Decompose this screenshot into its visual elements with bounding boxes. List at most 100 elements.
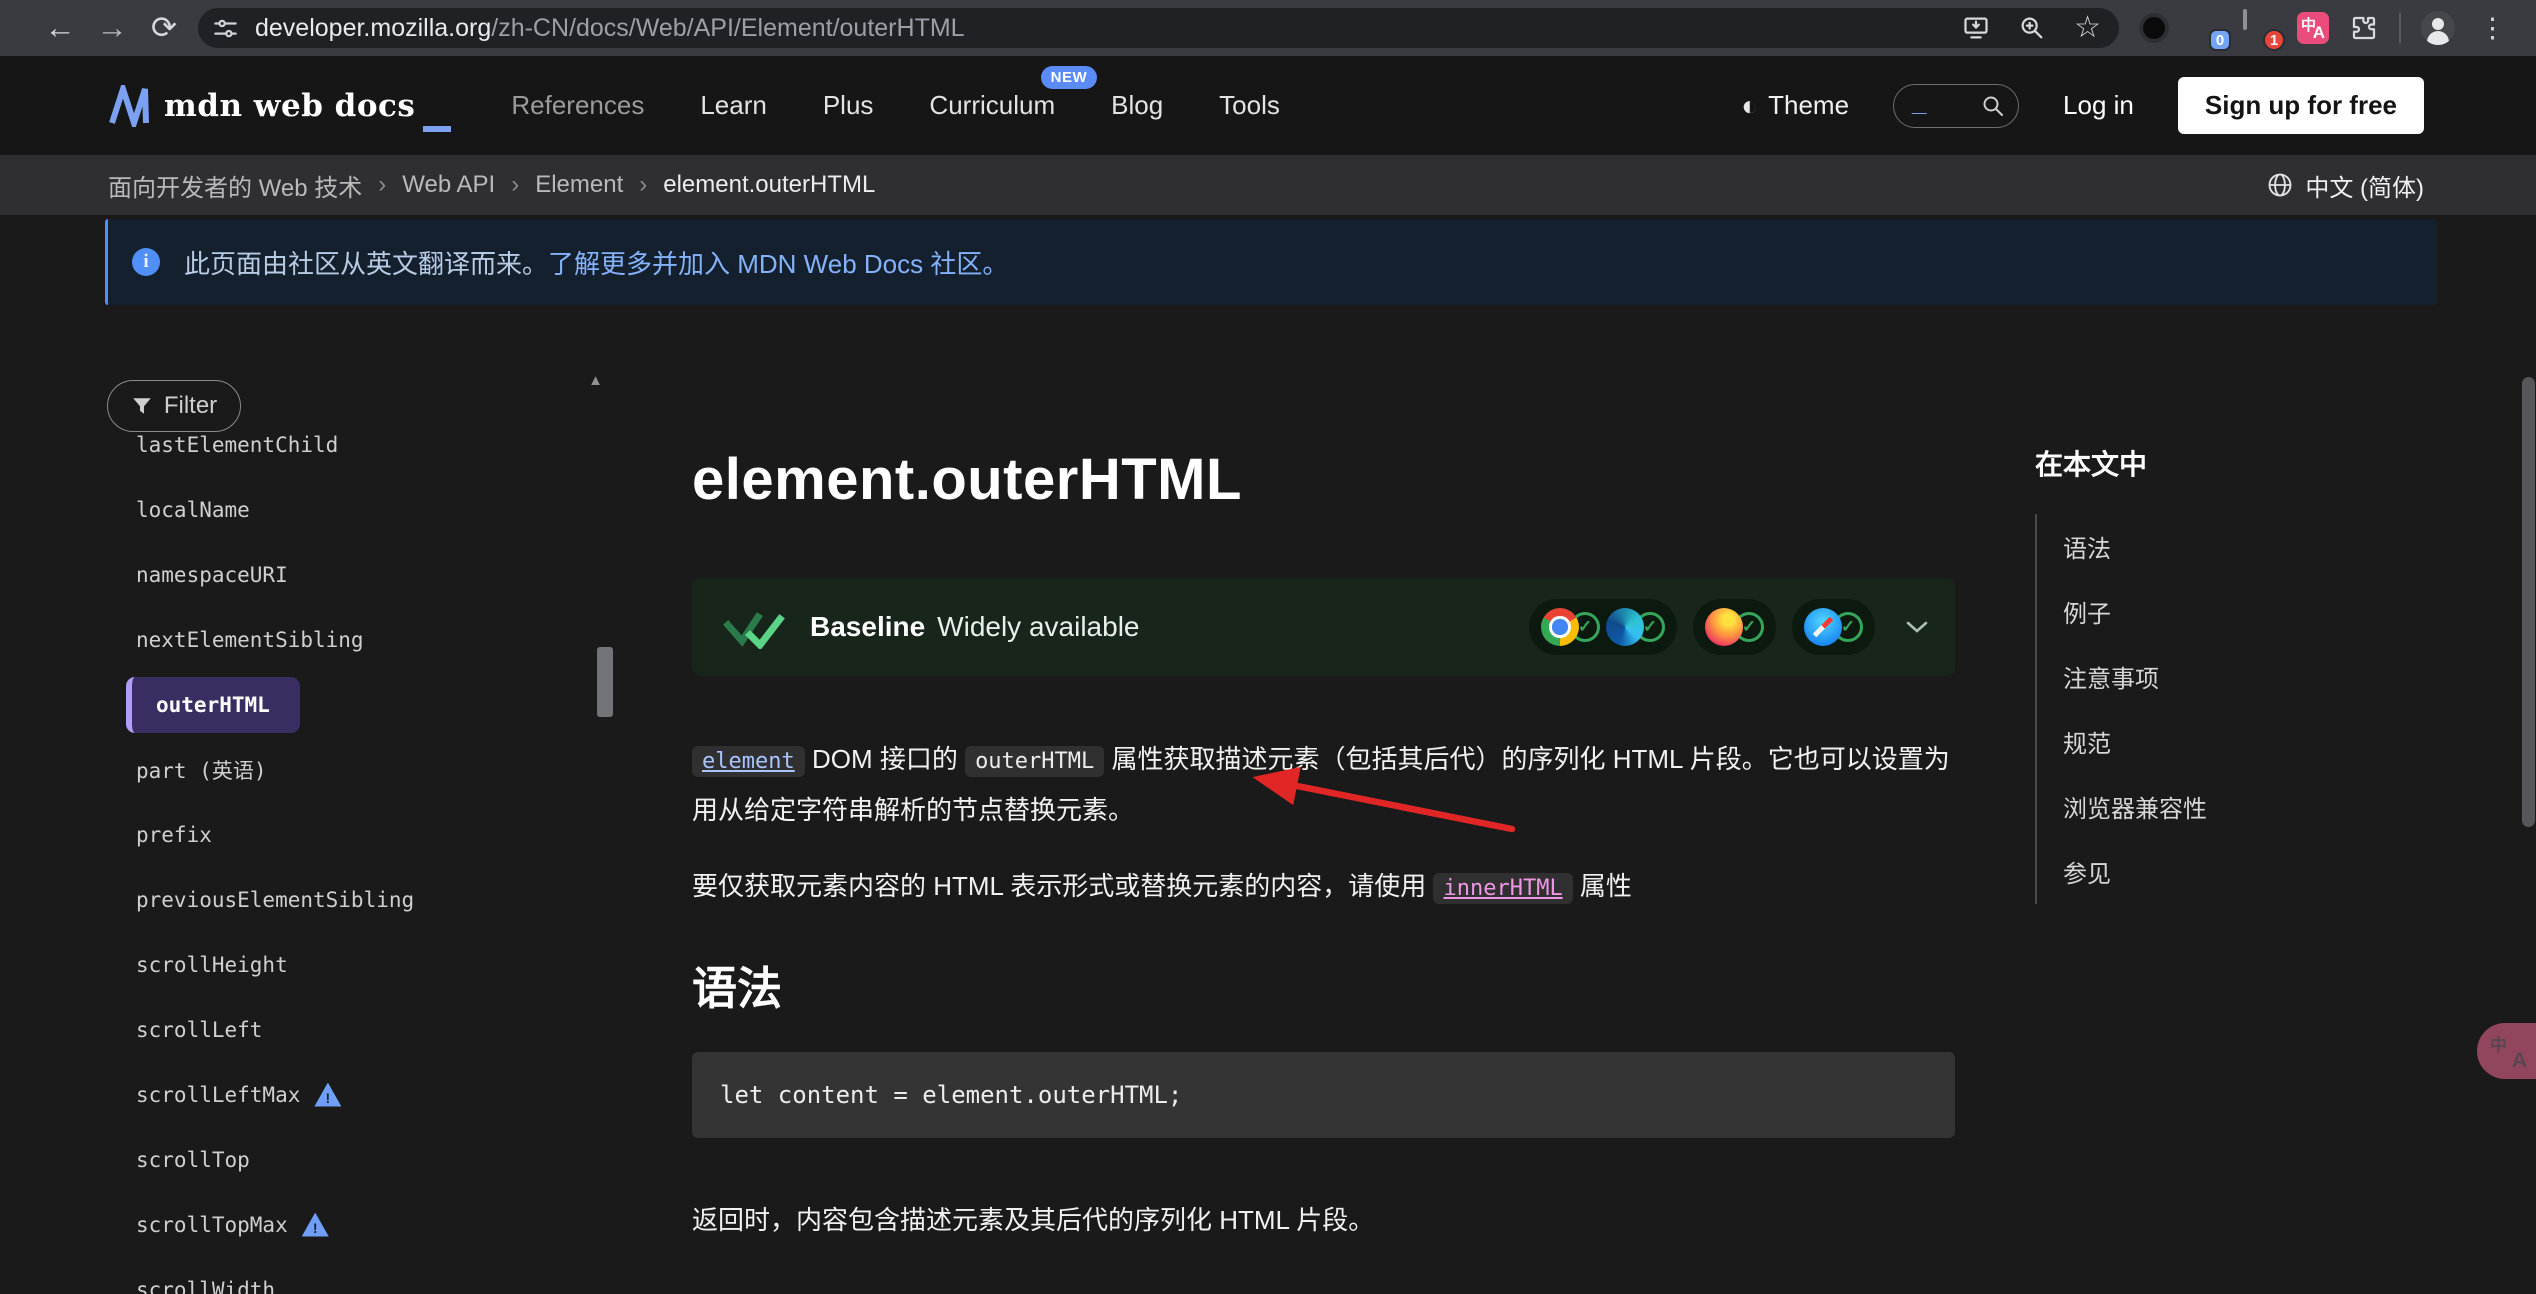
paragraph-text: 属性	[1573, 871, 1632, 901]
sidebar-item-label: part (英语)	[136, 755, 267, 785]
sidebar-item[interactable]: localName!	[105, 477, 615, 542]
sidebar-item[interactable]: previousElementSibling!	[105, 867, 615, 932]
chromium-support-pill: ✓ ✓	[1529, 599, 1677, 655]
baseline-status: Widely available	[937, 611, 1139, 643]
syntax-code-block[interactable]: let content = element.outerHTML;	[692, 1052, 1955, 1138]
sidebar-item[interactable]: scrollWidth!	[105, 1257, 615, 1294]
nav-item[interactable]: Curriculum NEW	[929, 90, 1055, 121]
toc-link[interactable]: 注意事项	[2037, 644, 2207, 709]
chevron-down-icon[interactable]	[1905, 620, 1929, 634]
sidebar-scroll-up-icon[interactable]: ▲	[588, 372, 603, 389]
sidebar-item[interactable]: part (英语)!	[105, 737, 615, 802]
sidebar-item[interactable]: scrollLeft!	[105, 997, 615, 1062]
site-info-icon[interactable]	[212, 15, 239, 42]
extensions-area: 0 1 中 A ⋮	[2139, 11, 2510, 45]
profile-avatar[interactable]	[2421, 11, 2455, 45]
breadcrumb-link[interactable]: element.outerHTML	[663, 171, 875, 199]
zoom-icon[interactable]	[2018, 14, 2046, 42]
sidebar-item-label: prefix	[136, 823, 212, 847]
toc-list: 语法 例子 注意事项 规范 浏览器兼容性 参见	[2035, 514, 2207, 904]
breadcrumb-separator: ›	[378, 171, 386, 199]
save-to-device-icon[interactable]	[1962, 14, 1990, 42]
sidebar-item[interactable]: outerHTML!	[105, 672, 615, 737]
breadcrumb-link[interactable]: Element	[535, 171, 623, 199]
language-switcher[interactable]: 中文 (简体)	[2266, 168, 2424, 203]
reload-icon[interactable]: ⟳	[138, 2, 190, 54]
breadcrumb-separator: ›	[511, 171, 519, 199]
mdn-logo[interactable]: mdn web docs	[108, 80, 451, 132]
toc-link[interactable]: 规范	[2037, 709, 2207, 774]
outerhtml-chip: outerHTML	[965, 746, 1104, 777]
login-link[interactable]: Log in	[2063, 90, 2134, 121]
extension-dot-icon[interactable]	[2139, 13, 2169, 43]
theme-toggle[interactable]: ◐ Theme	[1741, 90, 1849, 121]
sidebar-item[interactable]: scrollHeight!	[105, 932, 615, 997]
translate-fab[interactable]: 中 A	[2477, 1023, 2536, 1079]
nav-item[interactable]: Plus	[823, 90, 874, 121]
toc-link[interactable]: 例子	[2037, 579, 2207, 644]
extension-square-icon[interactable]: 1	[2243, 11, 2277, 45]
breadcrumb-link[interactable]: Web API	[402, 171, 495, 199]
sidebar-scrollbar-thumb[interactable]	[597, 647, 613, 717]
sidebar-item[interactable]: nextElementSibling!	[105, 607, 615, 672]
sidebar-item-label: outerHTML	[156, 693, 270, 717]
warning-icon: !	[314, 1083, 341, 1107]
code-text: let content = element.outerHTML;	[720, 1081, 1182, 1109]
page-scrollbar-thumb[interactable]	[2522, 377, 2535, 827]
banner-text: 此页面由社区从英文翻译而来。	[184, 249, 548, 279]
url-text[interactable]: developer.mozilla.org/zh-CN/docs/Web/API…	[255, 14, 965, 43]
browser-menu-icon[interactable]: ⋮	[2475, 13, 2510, 44]
translate-a-glyph: A	[2512, 1049, 2527, 1073]
extension-badge-count: 1	[2263, 29, 2285, 51]
search-input[interactable]: _	[1893, 84, 2019, 128]
nav-item[interactable]: Blog	[1111, 90, 1163, 121]
nav-item[interactable]: Tools	[1219, 90, 1280, 121]
baseline-widget[interactable]: Baseline Widely available ✓ ✓ ✓ ✓	[692, 578, 1955, 676]
nav-item-label: Curriculum	[929, 90, 1055, 120]
intro-paragraph: element DOM 接口的 outerHTML 属性获取描述元素（包括其后代…	[692, 735, 1960, 835]
sidebar-item[interactable]: prefix!	[105, 802, 615, 867]
toc-link[interactable]: 参见	[2037, 839, 2207, 904]
mdn-wordmark: mdn web docs	[164, 88, 415, 124]
banner-link[interactable]: 了解更多并加入 MDN Web Docs 社区。	[548, 249, 1008, 279]
breadcrumb: 面向开发者的 Web 技术 › Web API › Element › elem…	[108, 168, 875, 203]
breadcrumb-link[interactable]: 面向开发者的 Web 技术	[108, 168, 362, 203]
baseline-logo-icon	[722, 605, 786, 649]
nav-item[interactable]: Learn	[700, 90, 767, 121]
baseline-label: Baseline	[810, 611, 925, 643]
main-nav: References Learn Plus Curriculum NEW Blo…	[511, 90, 1279, 121]
sidebar-item[interactable]: scrollTop!	[105, 1127, 615, 1192]
bookmark-star-icon[interactable]: ☆	[2074, 13, 2101, 43]
nav-item-label: References	[511, 90, 644, 120]
toc-link[interactable]: 浏览器兼容性	[2037, 774, 2207, 839]
sidebar-item[interactable]: scrollLeftMax!	[105, 1062, 615, 1127]
translate-a-glyph: A	[2313, 23, 2325, 43]
nav-item[interactable]: References	[511, 90, 644, 121]
sidebar-item-label: scrollTopMax	[136, 1213, 288, 1237]
page-title: element.outerHTML	[692, 446, 1242, 513]
translate-extension-icon[interactable]: 中 A	[2297, 12, 2329, 44]
element-link[interactable]: element	[692, 746, 805, 777]
back-icon[interactable]: ←	[34, 2, 86, 54]
sidebar-item-label: scrollWidth	[136, 1278, 275, 1294]
edge-icon	[1606, 608, 1644, 646]
signup-button[interactable]: Sign up for free	[2178, 77, 2424, 134]
sidebar-item[interactable]: lastElementChild!	[105, 412, 615, 477]
innerhtml-link[interactable]: innerHTML	[1433, 873, 1572, 904]
toc-link[interactable]: 语法	[2037, 514, 2207, 579]
sidebar-item[interactable]: scrollTopMax!	[105, 1192, 615, 1257]
new-badge: NEW	[1041, 66, 1098, 89]
sidebar-item[interactable]: namespaceURI!	[105, 542, 615, 607]
toolbar-divider	[2399, 13, 2401, 43]
mdn-logo-underscore	[423, 126, 451, 132]
forward-icon[interactable]: →	[86, 2, 138, 54]
address-bar[interactable]: developer.mozilla.org/zh-CN/docs/Web/API…	[198, 8, 2119, 48]
extension-avatar-icon[interactable]: 0	[2189, 11, 2223, 45]
sidebar-item-label: lastElementChild	[136, 433, 338, 457]
breadcrumb-separator: ›	[639, 171, 647, 199]
chrome-icon	[1541, 608, 1579, 646]
extensions-puzzle-icon[interactable]	[2349, 13, 2379, 43]
translation-banner: i 此页面由社区从英文翻译而来。了解更多并加入 MDN Web Docs 社区。	[105, 219, 2437, 305]
sidebar-item-label: scrollLeft	[136, 1018, 262, 1042]
search-icon[interactable]	[1981, 94, 2005, 118]
